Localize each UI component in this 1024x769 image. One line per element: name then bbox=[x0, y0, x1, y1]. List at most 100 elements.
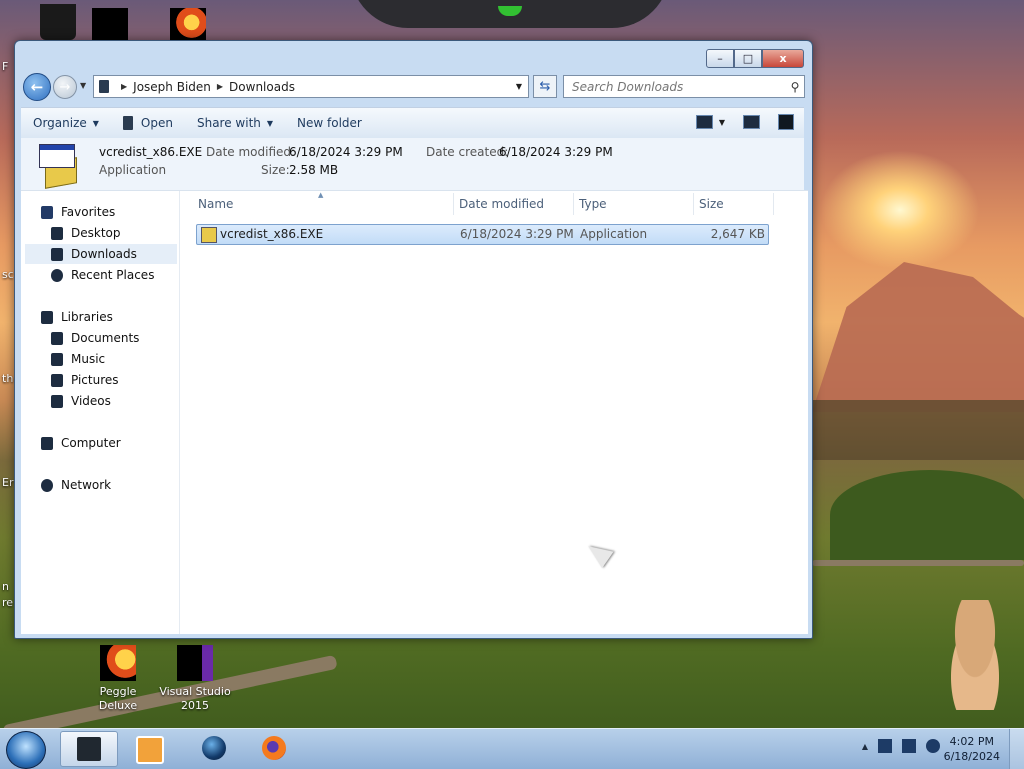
chevron-down-icon[interactable]: ▼ bbox=[516, 82, 522, 91]
new-folder-label: New folder bbox=[297, 116, 362, 130]
nav-downloads[interactable]: Downloads bbox=[25, 244, 177, 264]
installer-icon bbox=[201, 227, 217, 243]
explorer-window[interactable]: – □ x ← → ▼ ▶ Joseph Biden ▶ Downloads ▼… bbox=[14, 40, 813, 639]
column-divider[interactable] bbox=[453, 193, 454, 215]
videos-icon bbox=[51, 394, 63, 408]
desktop-icon bbox=[51, 226, 63, 240]
refresh-icon: ⇆ bbox=[539, 79, 551, 94]
open-button[interactable]: Open bbox=[111, 108, 185, 138]
nav-videos[interactable]: Videos bbox=[51, 391, 111, 411]
date-created-value: 6/18/2024 3:29 PM bbox=[499, 145, 613, 159]
recent-pages-dropdown[interactable]: ▼ bbox=[80, 81, 86, 90]
explorer-icon bbox=[77, 737, 101, 761]
clock[interactable]: 4:02 PM 6/18/2024 bbox=[944, 734, 1000, 764]
details-file-name: vcredist_x86.EXE bbox=[99, 145, 203, 159]
taskbar-browser[interactable] bbox=[186, 731, 242, 765]
nav-recent-places[interactable]: Recent Places bbox=[51, 265, 154, 285]
open-icon bbox=[122, 116, 133, 130]
minimize-button[interactable]: – bbox=[706, 49, 734, 68]
folder-icon bbox=[99, 80, 109, 93]
address-row: ← → ▼ ▶ Joseph Biden ▶ Downloads ▼ ⇆ ⚲ bbox=[23, 73, 805, 101]
arrow-left-icon: ← bbox=[30, 78, 44, 96]
network-icon[interactable] bbox=[902, 739, 916, 753]
chevron-down-icon[interactable]: ▼ bbox=[719, 118, 725, 127]
chevron-right-icon[interactable]: ▶ bbox=[217, 82, 223, 91]
column-divider[interactable] bbox=[773, 193, 774, 215]
table-row[interactable]: vcredist_x86.EXE 6/18/2024 3:29 PM Appli… bbox=[196, 224, 769, 245]
forward-button[interactable]: → bbox=[53, 75, 77, 99]
chevron-right-icon[interactable]: ▶ bbox=[121, 82, 127, 91]
start-button[interactable] bbox=[6, 731, 46, 769]
details-file-type: Application bbox=[99, 163, 167, 177]
nav-pictures[interactable]: Pictures bbox=[51, 370, 119, 390]
tray-app-icon[interactable] bbox=[878, 739, 892, 753]
taskbar-media-player[interactable] bbox=[120, 731, 176, 765]
show-desktop-button[interactable] bbox=[1009, 729, 1024, 769]
documents-icon bbox=[51, 331, 63, 345]
computer-icon bbox=[41, 436, 53, 450]
desktop-icon-label: Peggle Deluxe bbox=[98, 685, 138, 712]
search-box[interactable]: ⚲ bbox=[563, 75, 805, 98]
details-pane: vcredist_x86.EXE Application Date modifi… bbox=[21, 138, 804, 190]
nav-desktop[interactable]: Desktop bbox=[51, 223, 121, 243]
change-view-icon[interactable] bbox=[695, 115, 713, 129]
network-icon bbox=[41, 478, 53, 492]
column-divider[interactable] bbox=[693, 193, 694, 215]
nav-label: Network bbox=[61, 478, 112, 492]
address-bar[interactable]: ▶ Joseph Biden ▶ Downloads ▼ bbox=[93, 75, 529, 98]
desktop-edge-text: sc bbox=[2, 268, 14, 281]
file-name: vcredist_x86.EXE bbox=[220, 227, 324, 241]
breadcrumb-downloads[interactable]: Downloads bbox=[229, 80, 295, 94]
organize-button[interactable]: Organize ▼ bbox=[21, 108, 111, 138]
clock-date: 6/18/2024 bbox=[943, 750, 1000, 763]
nav-favorites[interactable]: Favorites bbox=[41, 202, 115, 222]
close-button[interactable]: x bbox=[762, 49, 804, 68]
column-header-name[interactable]: Name bbox=[198, 197, 233, 211]
column-header-size[interactable]: Size bbox=[699, 197, 724, 211]
nav-label: Pictures bbox=[71, 373, 119, 387]
open-label: Open bbox=[140, 116, 173, 130]
view-controls: ▼ bbox=[678, 114, 794, 130]
nav-label: Downloads bbox=[71, 247, 137, 261]
nav-label: Documents bbox=[71, 331, 140, 345]
taskbar-explorer[interactable] bbox=[60, 731, 118, 767]
nav-documents[interactable]: Documents bbox=[51, 328, 139, 348]
refresh-button[interactable]: ⇆ bbox=[533, 75, 557, 98]
organize-label: Organize bbox=[33, 116, 87, 130]
share-with-button[interactable]: Share with ▼ bbox=[185, 108, 285, 138]
nav-computer[interactable]: Computer bbox=[41, 433, 121, 453]
recent-places-icon bbox=[51, 268, 63, 282]
desktop-icon-peggle[interactable]: Peggle Deluxe bbox=[80, 645, 156, 713]
share-with-label: Share with bbox=[196, 116, 261, 130]
file-date-modified: 6/18/2024 3:29 PM bbox=[460, 227, 574, 241]
column-header-type[interactable]: Type bbox=[579, 197, 607, 211]
nav-network[interactable]: Network bbox=[41, 475, 111, 495]
show-hidden-icons-icon[interactable]: ▲ bbox=[862, 742, 868, 751]
treeline bbox=[812, 400, 1024, 460]
media-player-icon bbox=[136, 736, 164, 764]
back-button[interactable]: ← bbox=[23, 73, 51, 101]
file-type: Application bbox=[580, 227, 648, 241]
preview-pane-icon[interactable] bbox=[743, 115, 760, 129]
search-icon[interactable]: ⚲ bbox=[786, 80, 804, 94]
volume-icon[interactable] bbox=[926, 739, 940, 753]
date-created-label: Date created: bbox=[426, 145, 509, 159]
column-divider[interactable] bbox=[573, 193, 574, 215]
column-header-date-modified[interactable]: Date modified bbox=[459, 197, 544, 211]
desktop-icon-visual-studio[interactable]: Visual Studio 2015 bbox=[157, 645, 233, 713]
file-list[interactable]: ▲ Name Date modified Type Size vcredist_… bbox=[180, 191, 808, 634]
nav-label: Computer bbox=[61, 436, 121, 450]
help-icon[interactable] bbox=[778, 114, 794, 130]
breadcrumb-user[interactable]: Joseph Biden bbox=[133, 80, 211, 94]
downloads-icon bbox=[51, 247, 63, 261]
new-folder-button[interactable]: New folder bbox=[285, 108, 374, 138]
search-input[interactable] bbox=[570, 78, 786, 95]
maximize-button[interactable]: □ bbox=[734, 49, 762, 68]
navigation-pane[interactable]: Favorites Desktop Downloads Recent Place… bbox=[21, 191, 180, 634]
chevron-down-icon: ▼ bbox=[92, 118, 99, 128]
desktop-edge-text: F bbox=[2, 60, 9, 73]
size-label: Size: bbox=[261, 163, 290, 177]
nav-libraries[interactable]: Libraries bbox=[41, 307, 113, 327]
taskbar-firefox[interactable] bbox=[246, 731, 302, 765]
nav-music[interactable]: Music bbox=[51, 349, 105, 369]
